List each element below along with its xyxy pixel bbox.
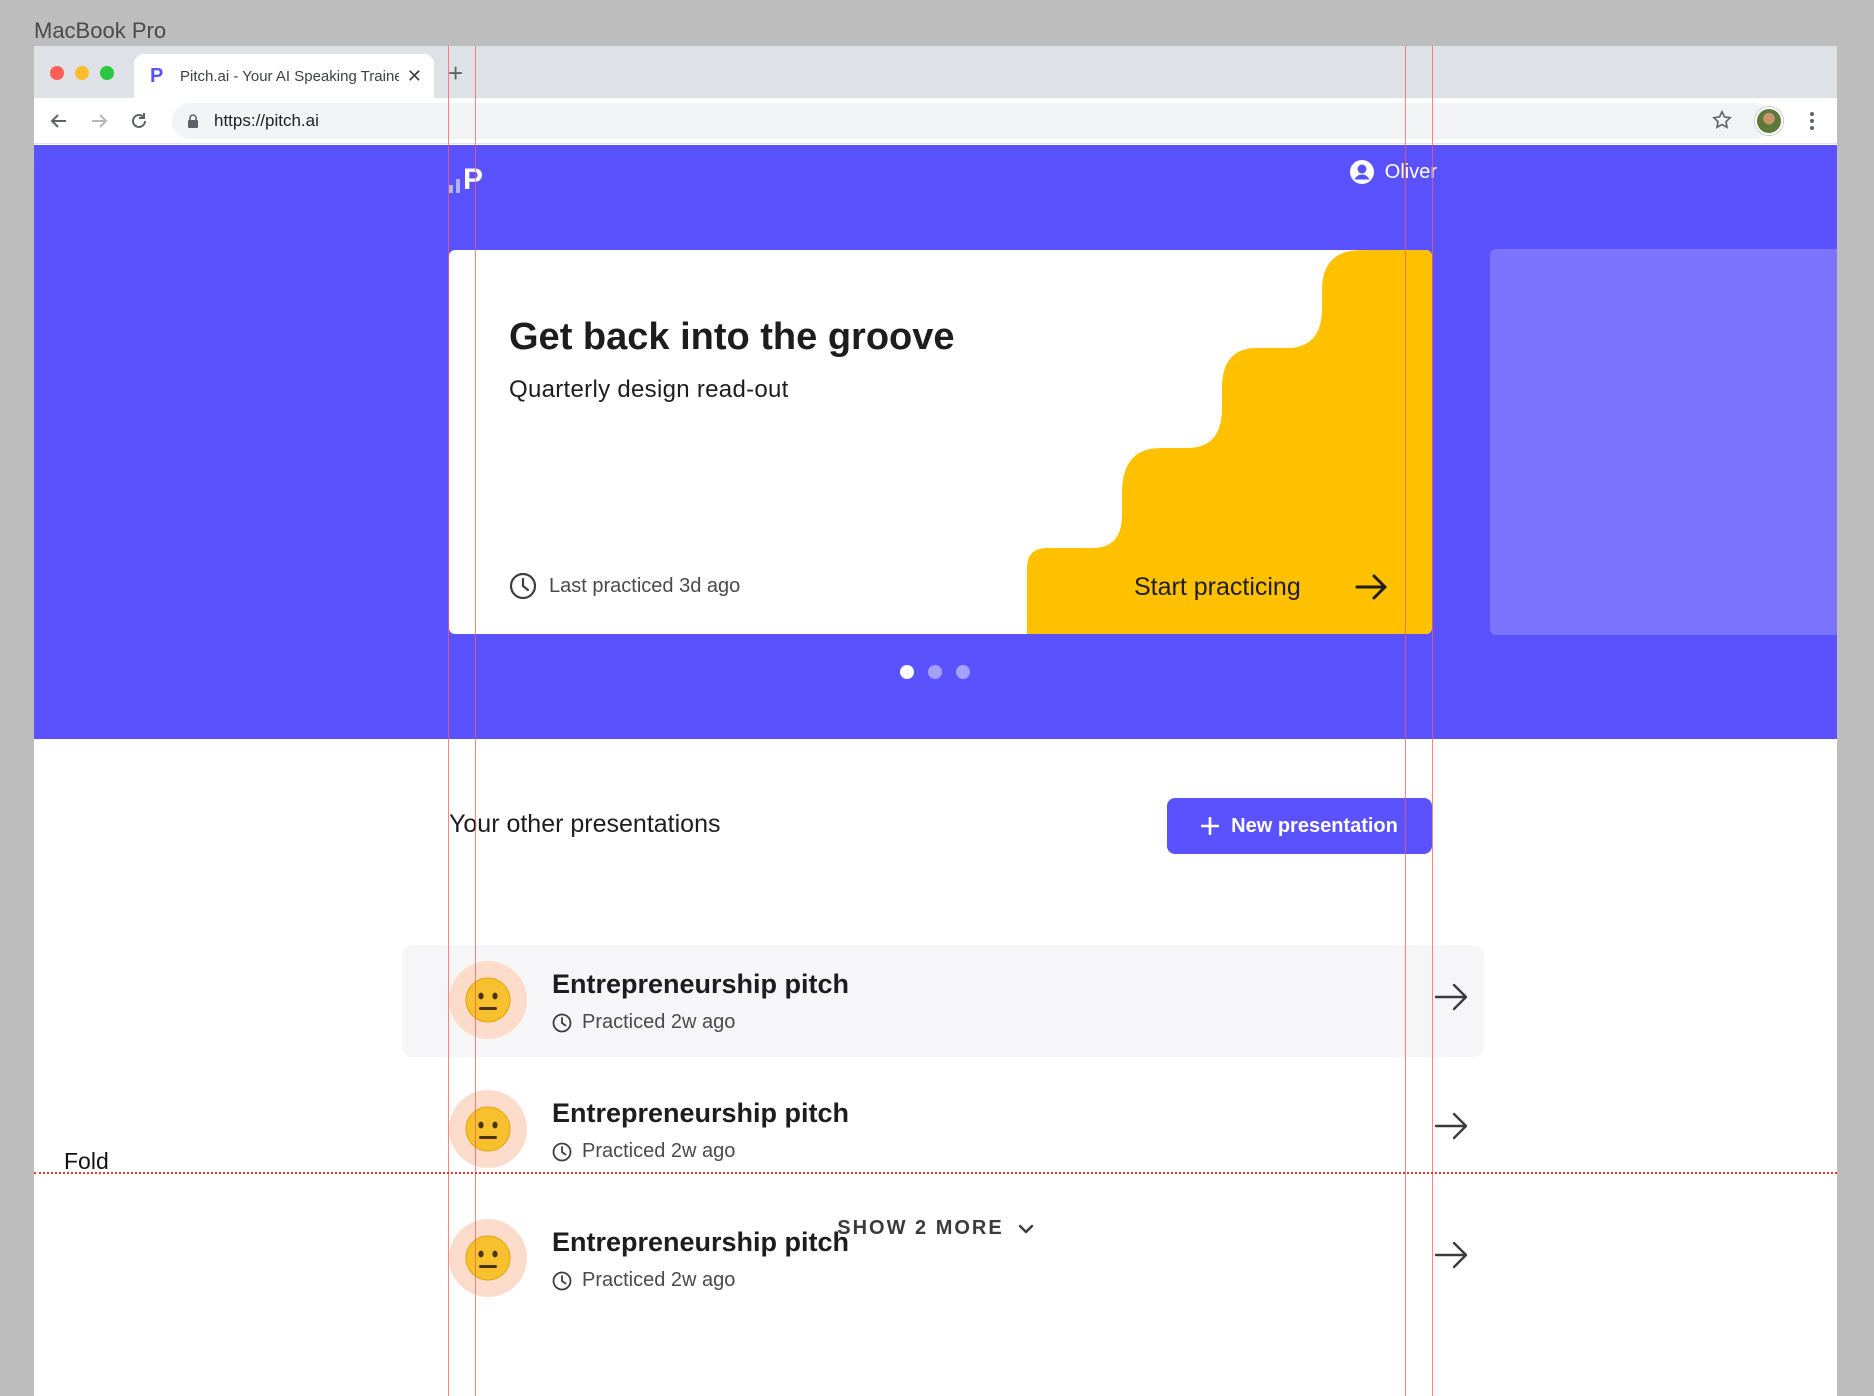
section-title: Your other presentations	[449, 810, 721, 838]
clock-icon	[552, 1271, 572, 1290]
last-practiced: Last practiced 3d ago	[509, 572, 740, 600]
minimize-window-button[interactable]	[75, 66, 89, 80]
user-name: Oliver	[1384, 160, 1437, 183]
plus-icon	[1201, 817, 1220, 835]
carousel-dot[interactable]	[900, 665, 914, 679]
layout-guide-line	[1432, 46, 1433, 1396]
clock-icon	[552, 1013, 572, 1032]
fold-line	[34, 1172, 1837, 1174]
browser-window: P Pitch.ai - Your AI Speaking Trainer ✕ …	[34, 46, 1837, 1396]
back-arrow-icon[interactable]	[46, 108, 72, 134]
presentation-meta: Practiced 2w ago	[552, 1140, 735, 1163]
last-practiced-text: Last practiced 3d ago	[549, 574, 741, 597]
layout-guide-line	[475, 46, 476, 1396]
presentations-header: Your other presentations New presentatio…	[449, 798, 1432, 856]
clock-icon	[552, 1142, 572, 1161]
browser-tab[interactable]: P Pitch.ai - Your AI Speaking Trainer ✕	[134, 54, 434, 98]
arrow-right-icon[interactable]	[1434, 1239, 1470, 1271]
carousel-dots	[900, 665, 970, 679]
hero-section: P Oliver Get back into the groove Quarte…	[34, 145, 1837, 739]
browser-toolbar: https://pitch.ai	[34, 98, 1837, 144]
featured-presentation-card[interactable]: Get back into the groove Quarterly desig…	[449, 250, 1432, 634]
arrow-right-icon[interactable]	[1434, 981, 1470, 1013]
arrow-right-icon	[1355, 574, 1387, 600]
pitch-logo[interactable]: P	[449, 159, 483, 195]
logo-bars-icon	[449, 179, 460, 193]
url-text: https://pitch.ai	[214, 111, 319, 130]
carousel-dot[interactable]	[928, 665, 942, 679]
chevron-down-icon	[1018, 1224, 1033, 1233]
next-carousel-card[interactable]	[1490, 249, 1837, 635]
device-label: MacBook Pro	[34, 18, 167, 43]
pitch-favicon-icon: P	[150, 64, 164, 87]
forward-arrow-icon[interactable]	[86, 108, 112, 134]
reload-icon[interactable]	[126, 108, 152, 134]
user-menu[interactable]: Oliver	[1349, 159, 1437, 185]
card-title: Get back into the groove	[509, 316, 955, 358]
neutral-face-icon	[449, 1090, 527, 1168]
tab-title: Pitch.ai - Your AI Speaking Trainer	[180, 67, 399, 85]
layout-guide-line	[448, 46, 449, 1396]
tab-strip: P Pitch.ai - Your AI Speaking Trainer ✕ …	[34, 46, 1837, 98]
arrow-right-icon[interactable]	[1434, 1110, 1470, 1142]
presentation-row[interactable]: Entrepreneurship pitch Practiced 2w ago	[402, 1074, 1484, 1186]
presentation-meta: Practiced 2w ago	[552, 1011, 735, 1034]
bookmark-star-icon[interactable]	[1711, 109, 1733, 136]
presentation-row[interactable]: Entrepreneurship pitch Practiced 2w ago	[402, 945, 1484, 1057]
start-practicing-label: Start practicing	[1134, 572, 1301, 601]
more-menu-icon[interactable]	[1809, 111, 1815, 136]
practiced-text: Practiced 2w ago	[582, 1011, 736, 1033]
maximize-window-button[interactable]	[100, 66, 114, 80]
card-subtitle: Quarterly design read-out	[509, 376, 789, 403]
practiced-text: Practiced 2w ago	[582, 1140, 736, 1162]
layout-guide-line	[1405, 46, 1406, 1396]
start-practicing-button[interactable]: Start practicing	[1134, 564, 1389, 610]
user-icon	[1349, 160, 1374, 184]
new-presentation-button[interactable]: New presentation	[1167, 798, 1432, 854]
neutral-face-icon	[449, 961, 527, 1039]
presentation-title: Entrepreneurship pitch	[552, 969, 850, 999]
lock-icon	[186, 113, 200, 129]
new-presentation-label: New presentation	[1231, 814, 1398, 837]
page-content: P Oliver Get back into the groove Quarte…	[34, 145, 1837, 1396]
address-bar[interactable]: https://pitch.ai	[172, 103, 1772, 139]
show-more-button[interactable]: SHOW 2 MORE	[34, 1217, 1837, 1240]
logo-letter: P	[463, 163, 484, 196]
practiced-text: Practiced 2w ago	[582, 1269, 736, 1291]
close-tab-icon[interactable]: ✕	[407, 66, 422, 87]
new-tab-button[interactable]: +	[448, 58, 463, 89]
presentation-meta: Practiced 2w ago	[552, 1269, 735, 1292]
clock-icon	[509, 572, 537, 600]
fold-label: Fold	[64, 1148, 109, 1174]
profile-avatar[interactable]	[1755, 107, 1783, 135]
presentation-title: Entrepreneurship pitch	[552, 1098, 850, 1128]
show-more-label: SHOW 2 MORE	[837, 1217, 1004, 1239]
carousel-dot[interactable]	[956, 665, 970, 679]
close-window-button[interactable]	[50, 66, 64, 80]
